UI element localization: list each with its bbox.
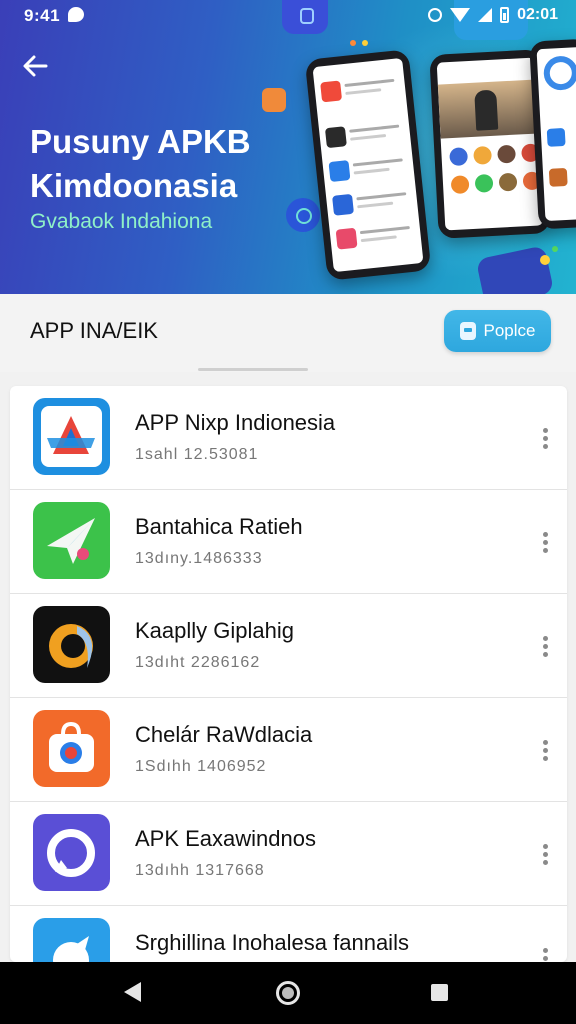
more-options-button[interactable] [538,532,552,556]
nav-recents-square-icon[interactable] [431,984,448,1001]
app-meta: 13dıny.1486333 [135,550,263,567]
arrow-left-icon [23,55,48,77]
hero-subtitle: Gvabaok Indahiona [30,210,213,233]
more-options-button[interactable] [538,636,552,660]
app-icon-ap-logo-icon [33,398,110,475]
status-time: 9:41 [24,6,61,25]
app-icon-paper-plane-icon [33,502,110,579]
list-item[interactable]: Chelár RaWdlacia 1Sdıhh 1406952 [10,698,567,802]
nav-home-circle-icon[interactable] [276,981,300,1005]
more-options-button[interactable] [538,948,552,962]
chat-notification-icon [68,7,84,22]
more-options-button[interactable] [538,428,552,452]
app-name: Srghillina Inohalesa fannails [135,930,409,955]
status-clock: 02:01 [517,6,558,23]
alarm-icon [428,8,443,22]
more-options-button[interactable] [538,740,552,764]
app-name: Chelár RaWdlacia [135,722,313,747]
app-list: APP Nixp Indionesia 1sahl 12.53081 Banta… [10,386,567,962]
section-divider [198,368,308,371]
list-item[interactable]: APK Eaxawindnos 13dıhh 1317668 [10,802,567,906]
section-header: APP INA/EIK Poplce [0,294,576,372]
app-meta: 13dıht 2286162 [135,654,261,671]
status-bar: 9:41 02:01 [0,0,576,32]
hero-title-line-1: Pusuny APKB [30,123,251,160]
app-name: APP Nixp Indionesia [135,410,336,435]
list-item[interactable]: Kaaplly Giplahig 13dıht 2286162 [10,594,567,698]
battery-icon [500,7,510,23]
app-meta: 13dıhh 1317668 [135,862,265,879]
app-icon-ring-icon [33,814,110,891]
list-item[interactable]: Bantahica Ratieh 13dıny.1486333 [10,490,567,594]
nav-back-triangle-icon[interactable] [124,982,141,1002]
section-title: APP INA/EIK [30,318,158,343]
wifi-icon [450,8,471,22]
list-item[interactable]: APP Nixp Indionesia 1sahl 12.53081 [10,386,567,490]
floating-orange-app-icon [262,88,286,112]
hero-title-line-2: Kimdoonasia [30,167,238,204]
list-item[interactable]: Srghillina Inohalesa fannails [10,906,567,962]
app-name: Bantahica Ratieh [135,514,303,539]
navigation-bar [0,962,576,1024]
popular-button[interactable]: Poplce [444,310,551,352]
hero-banner: 9:41 02:01 Pusuny APKB Kimdoonasia Gvaba… [0,0,576,294]
more-options-button[interactable] [538,844,552,868]
app-meta: 1sahl 12.53081 [135,446,259,463]
back-button[interactable] [18,48,54,84]
hero-title: Pusuny APKB Kimdoonasia [30,120,320,208]
app-name: APK Eaxawindnos [135,826,316,851]
app-meta: 1Sdıhh 1406952 [135,758,267,775]
app-icon-swirl-icon [33,606,110,683]
shopping-bag-icon [459,322,476,340]
app-icon-bird-icon [33,918,110,962]
signal-icon [478,8,493,22]
app-icon-camera-bag-icon [33,710,110,787]
app-name: Kaaplly Giplahig [135,618,294,643]
popular-button-label: Poplce [483,321,536,340]
